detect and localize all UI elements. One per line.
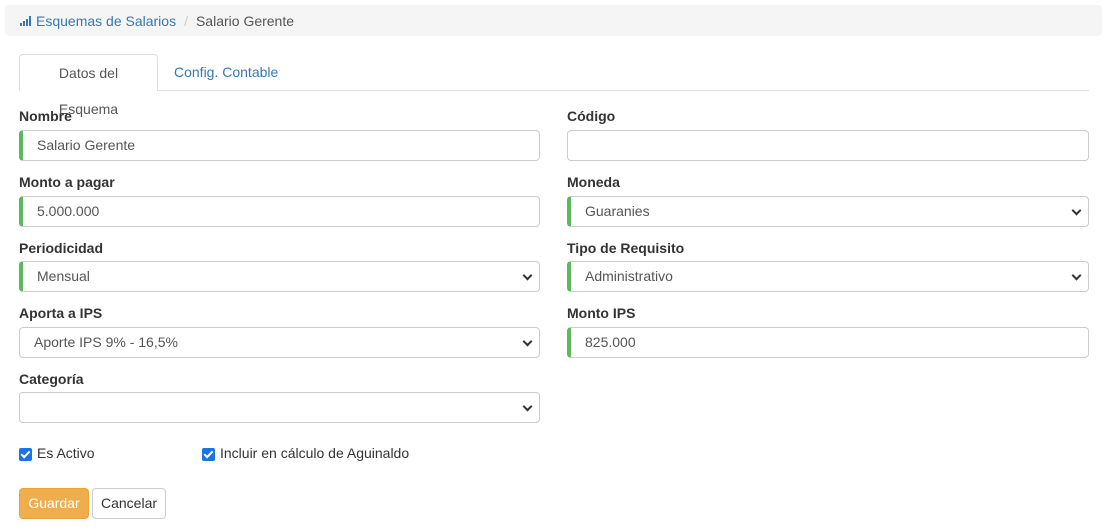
periodicidad-label: Periodicidad (19, 240, 104, 256)
aporta-ips-selected: Aporte IPS 9% - 16,5% (34, 334, 178, 350)
chevron-down-icon (1071, 270, 1082, 281)
periodicidad-selected: Mensual (37, 268, 90, 284)
periodicidad-select[interactable]: Mensual (19, 261, 540, 292)
categoria-select[interactable] (19, 392, 540, 423)
chevron-down-icon (522, 336, 533, 347)
breadcrumb: Esquemas de Salarios / Salario Gerente (5, 5, 1102, 36)
aguinaldo-checkbox[interactable] (202, 448, 215, 461)
tipo-requisito-label: Tipo de Requisito (567, 240, 685, 256)
save-button[interactable]: Guardar (19, 488, 89, 519)
nombre-label: Nombre (19, 108, 72, 124)
aporta-ips-label: Aporta a IPS (19, 305, 103, 321)
es-activo-label: Es Activo (37, 445, 95, 461)
breadcrumb-parent-link[interactable]: Esquemas de Salarios (20, 13, 176, 29)
cancel-button[interactable]: Cancelar (92, 488, 166, 519)
aguinaldo-label: Incluir en cálculo de Aguinaldo (220, 445, 410, 461)
monto-ips-input[interactable]: 825.000 (567, 327, 1089, 358)
tab-config-contable[interactable]: Config. Contable (160, 54, 292, 91)
monto-label: Monto a pagar (19, 174, 115, 190)
chevron-down-icon (1071, 205, 1082, 216)
breadcrumb-parent-label[interactable]: Esquemas de Salarios (36, 13, 176, 29)
breadcrumb-current: Salario Gerente (195, 12, 295, 29)
es-activo-checkbox[interactable] (19, 448, 32, 461)
chevron-down-icon (522, 270, 533, 281)
tipo-requisito-select[interactable]: Administrativo (567, 261, 1089, 292)
nombre-input[interactable]: Salario Gerente (19, 130, 540, 161)
categoria-label: Categoría (19, 371, 84, 387)
monto-input[interactable]: 5.000.000 (19, 196, 540, 227)
moneda-selected: Guaranies (585, 203, 650, 219)
tab-bar: Datos del Esquema Config. Contable (19, 54, 1089, 117)
moneda-select[interactable]: Guaranies (567, 196, 1089, 227)
codigo-input[interactable] (567, 130, 1089, 161)
tab-datos-del-esquema[interactable]: Datos del Esquema (19, 54, 158, 117)
codigo-label: Código (567, 108, 616, 124)
breadcrumb-separator: / (184, 12, 188, 29)
monto-ips-label: Monto IPS (567, 305, 636, 321)
aporta-ips-select[interactable]: Aporte IPS 9% - 16,5% (19, 327, 540, 358)
signal-bars-icon (20, 15, 31, 26)
moneda-label: Moneda (567, 174, 620, 190)
tipo-requisito-selected: Administrativo (585, 268, 673, 284)
chevron-down-icon (522, 401, 533, 412)
